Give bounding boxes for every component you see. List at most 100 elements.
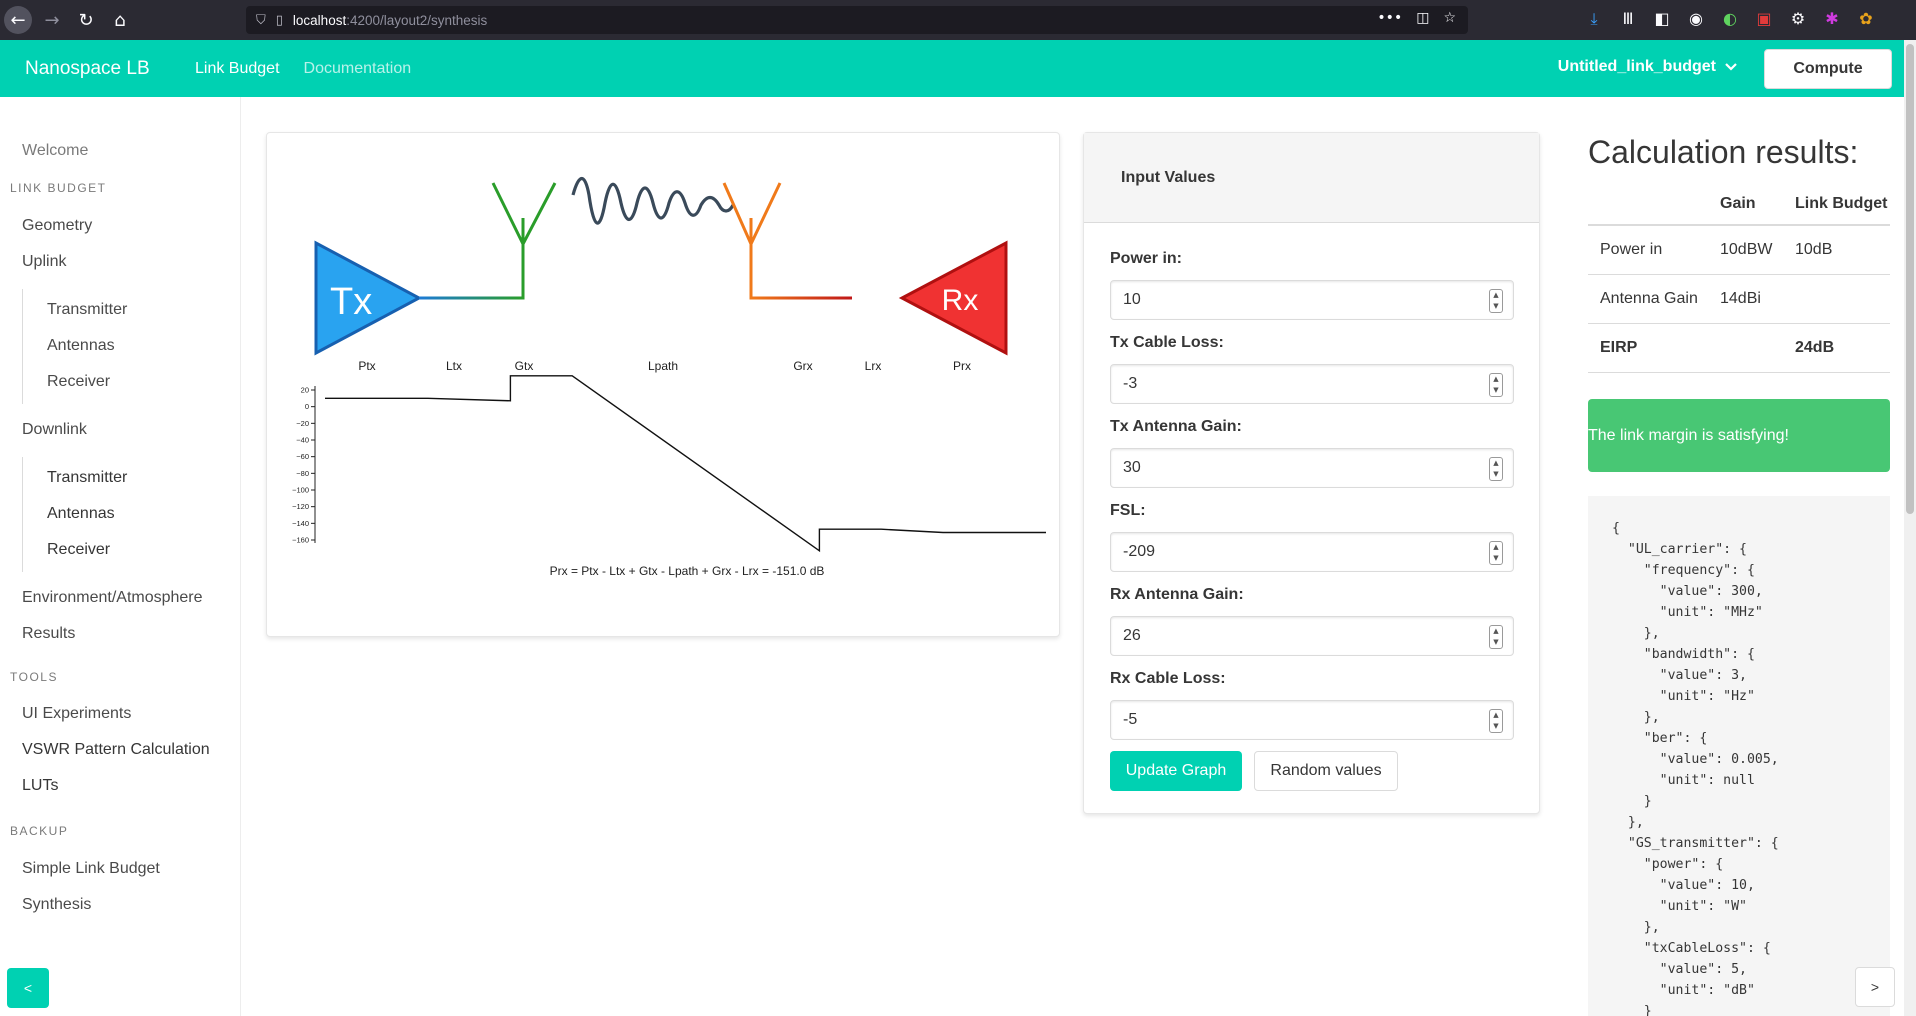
sidebar-item-environment[interactable]: Environment/Atmosphere <box>22 589 203 607</box>
results-header-label <box>1588 183 1708 226</box>
fsl-value: -209 <box>1123 543 1156 560</box>
sidebar-downlink-transmitter[interactable]: Transmitter <box>47 469 127 487</box>
rx-cable-loss-stepper-icon[interactable]: ▲ ▼ <box>1489 709 1503 733</box>
json-output: { "UL_carrier": { "frequency": { "value"… <box>1588 496 1890 1016</box>
results-cell: EIRP <box>1588 323 1708 373</box>
sidebar-item-ui-experiments[interactable]: UI Experiments <box>22 705 131 723</box>
page-scrollbar-thumb[interactable] <box>1906 44 1914 514</box>
sidebar-downlink-antennas[interactable]: Antennas <box>47 505 115 523</box>
power-in-value: 10 <box>1123 291 1141 308</box>
table-row: Antenna Gain 14dBi <box>1588 274 1890 324</box>
nav-documentation[interactable]: Documentation <box>304 60 412 78</box>
rx-cable-loss-input[interactable]: -5 ▲ ▼ <box>1110 700 1514 740</box>
forward-icon[interactable]: → <box>38 6 66 34</box>
table-row: Power in 10dBW 10dB <box>1588 225 1890 275</box>
y-tick-label: −160 <box>292 536 309 545</box>
tx-cable <box>419 244 525 300</box>
sidebar-uplink-transmitter[interactable]: Transmitter <box>47 301 127 319</box>
stage-label-lpath: Lpath <box>648 359 678 373</box>
results-cell <box>1708 323 1783 373</box>
rx-cable-loss-value: -5 <box>1123 711 1138 728</box>
rx-antenna-icon <box>722 182 782 245</box>
y-tick-label: −100 <box>292 486 309 495</box>
results-cell: 24dB <box>1783 323 1890 373</box>
fsl-stepper-icon[interactable]: ▲ ▼ <box>1489 541 1503 565</box>
results-header-link-budget: Link Budget <box>1783 183 1890 226</box>
bookmark-star-icon[interactable]: ☆ <box>1443 10 1456 26</box>
sidebar-item-geometry[interactable]: Geometry <box>22 217 92 235</box>
url-host: localhost <box>292 12 347 28</box>
field-label-tx-cable-loss: Tx Cable Loss: <box>1110 334 1224 351</box>
sidebar-downlink-receiver[interactable]: Receiver <box>47 541 110 559</box>
fsl-input[interactable]: -209 ▲ ▼ <box>1110 532 1514 572</box>
tx-cable-loss-stepper-icon[interactable]: ▲ ▼ <box>1489 373 1503 397</box>
results-cell: 14dBi <box>1708 274 1783 324</box>
results-title: Calculation results: <box>1588 134 1859 170</box>
more-actions-icon[interactable]: ••• <box>1377 10 1402 26</box>
sidebar-uplink-antennas[interactable]: Antennas <box>47 337 115 355</box>
extension-purple-icon[interactable]: ✱ <box>1822 9 1842 29</box>
home-icon[interactable]: ⌂ <box>106 6 134 34</box>
tx-antenna-gain-input[interactable]: 30 ▲ ▼ <box>1110 448 1514 488</box>
next-page-button[interactable]: > <box>1855 967 1895 1007</box>
brand-logo[interactable]: Nanospace LB <box>25 58 195 80</box>
y-tick-label: 20 <box>301 386 309 395</box>
compute-button[interactable]: Compute <box>1764 49 1892 89</box>
tx-antenna-gain-value: 30 <box>1123 459 1141 476</box>
update-graph-button[interactable]: Update Graph <box>1110 751 1242 791</box>
random-values-button[interactable]: Random values <box>1254 751 1398 791</box>
results-cell: 10dB <box>1783 225 1890 275</box>
sidebar-item-downlink[interactable]: Downlink <box>22 421 87 439</box>
library-icon[interactable]: Ⅲ <box>1618 9 1638 29</box>
stage-label-ptx: Ptx <box>358 359 375 373</box>
sidebar-item-simple-link-budget[interactable]: Simple Link Budget <box>22 860 160 878</box>
sidebar-icon[interactable]: ◧ <box>1652 9 1672 29</box>
sidebar-item-vswr[interactable]: VSWR Pattern Calculation <box>22 741 210 759</box>
extension-toggle-icon[interactable]: ◐ <box>1720 9 1740 29</box>
power-in-stepper-icon[interactable]: ▲ ▼ <box>1489 289 1503 313</box>
download-icon[interactable]: ⤓ <box>1584 9 1604 29</box>
input-values-card: Input Values Power in: 10 ▲ ▼ Tx Cable Lo… <box>1083 132 1540 814</box>
power-in-input[interactable]: 10 ▲ ▼ <box>1110 280 1514 320</box>
y-tick-label: −60 <box>296 452 309 461</box>
stage-label-ltx: Ltx <box>446 359 462 373</box>
sidebar-item-welcome[interactable]: Welcome <box>22 142 88 160</box>
account-icon[interactable]: ◉ <box>1686 9 1706 29</box>
table-row: EIRP 24dB <box>1588 323 1890 373</box>
stage-label-gtx: Gtx <box>515 359 534 373</box>
nav-link-budget[interactable]: Link Budget <box>195 60 280 78</box>
sidebar-label-link-budget: LINK BUDGET <box>10 181 107 195</box>
results-header-row: Gain Link Budget <box>1588 183 1890 226</box>
back-icon[interactable]: ← <box>4 6 32 34</box>
rx-antenna-gain-stepper-icon[interactable]: ▲ ▼ <box>1489 625 1503 649</box>
budget-name: Untitled_link_budget <box>1557 58 1716 75</box>
rx-antenna-gain-input[interactable]: 26 ▲ ▼ <box>1110 616 1514 656</box>
settings-gear-icon[interactable]: ⚙ <box>1788 9 1808 29</box>
tx-antenna-gain-stepper-icon[interactable]: ▲ ▼ <box>1489 457 1503 481</box>
budget-selector[interactable]: Untitled_link_budget <box>1558 58 1738 76</box>
uplink-submenu-rule <box>22 289 23 404</box>
url-path: :4200/layout2/synthesis <box>346 12 488 28</box>
chart-y-axis <box>311 386 316 543</box>
address-bar[interactable]: ⛉ ▯ localhost:4200/layout2/synthesis •••… <box>246 6 1468 34</box>
sidebar-label-tools: TOOLS <box>10 670 58 684</box>
shield-icon: ⛉ <box>256 12 266 28</box>
reload-icon[interactable]: ↻ <box>72 6 100 34</box>
page-icon: ▯ <box>275 12 283 28</box>
y-tick-label: −40 <box>296 436 309 445</box>
tx-cable-loss-value: -3 <box>1123 375 1138 392</box>
sidebar-item-results[interactable]: Results <box>22 625 75 643</box>
sidebar-item-luts[interactable]: LUTs <box>22 777 58 795</box>
rx-label: Rx <box>942 284 979 317</box>
sidebar-uplink-receiver[interactable]: Receiver <box>47 373 110 391</box>
results-header-gain: Gain <box>1708 183 1783 226</box>
tx-cable-loss-input[interactable]: -3 ▲ ▼ <box>1110 364 1514 404</box>
sidebar-item-synthesis[interactable]: Synthesis <box>22 896 91 914</box>
pocket-icon[interactable]: ◫ <box>1416 10 1429 26</box>
power-level-line <box>325 375 1046 553</box>
sidebar-collapse-button[interactable]: < <box>7 968 49 1008</box>
sidebar-item-uplink[interactable]: Uplink <box>22 253 66 271</box>
color-picker-icon[interactable]: ✿ <box>1856 9 1876 29</box>
ublock-icon[interactable]: ▣ <box>1754 9 1774 29</box>
stage-label-grx: Grx <box>793 359 812 373</box>
